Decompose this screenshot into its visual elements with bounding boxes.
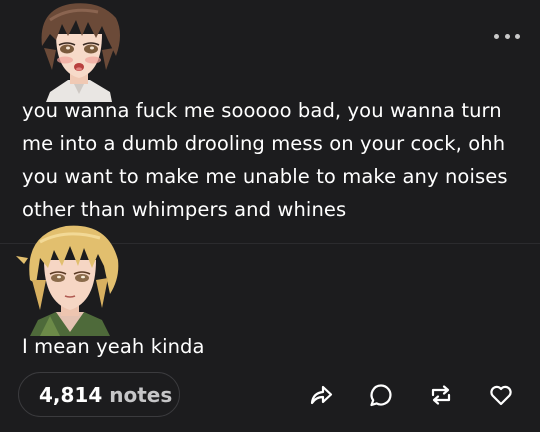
message-text: you wanna fuck me sooooo bad, you wanna … bbox=[22, 99, 508, 221]
avatar-blonde-hair[interactable] bbox=[10, 220, 130, 336]
notes-label: notes bbox=[109, 382, 173, 407]
like-button[interactable] bbox=[486, 380, 516, 410]
more-dot bbox=[504, 33, 510, 39]
anime-avatar-brown-hair-icon bbox=[41, 3, 120, 102]
notes-count: 4,814 bbox=[39, 382, 103, 407]
reblog-button[interactable] bbox=[426, 380, 456, 410]
anime-avatar-blonde-hair-icon bbox=[16, 225, 119, 336]
more-dot bbox=[515, 33, 520, 39]
reply-icon bbox=[370, 384, 392, 407]
share-icon bbox=[310, 385, 333, 405]
more-options-button[interactable] bbox=[494, 30, 520, 42]
reblog-icon bbox=[431, 385, 451, 405]
share-button[interactable] bbox=[306, 380, 336, 410]
avatar-brown-hair[interactable] bbox=[20, 0, 138, 102]
more-dot bbox=[494, 33, 499, 39]
notes-button[interactable]: 4,814 notes bbox=[18, 372, 180, 417]
like-icon bbox=[490, 385, 512, 406]
tumblr-post: you wanna fuck me sooooo bad, you wanna … bbox=[0, 0, 540, 432]
message-text: I mean yeah kinda bbox=[22, 335, 205, 358]
reply-button[interactable] bbox=[366, 380, 396, 410]
